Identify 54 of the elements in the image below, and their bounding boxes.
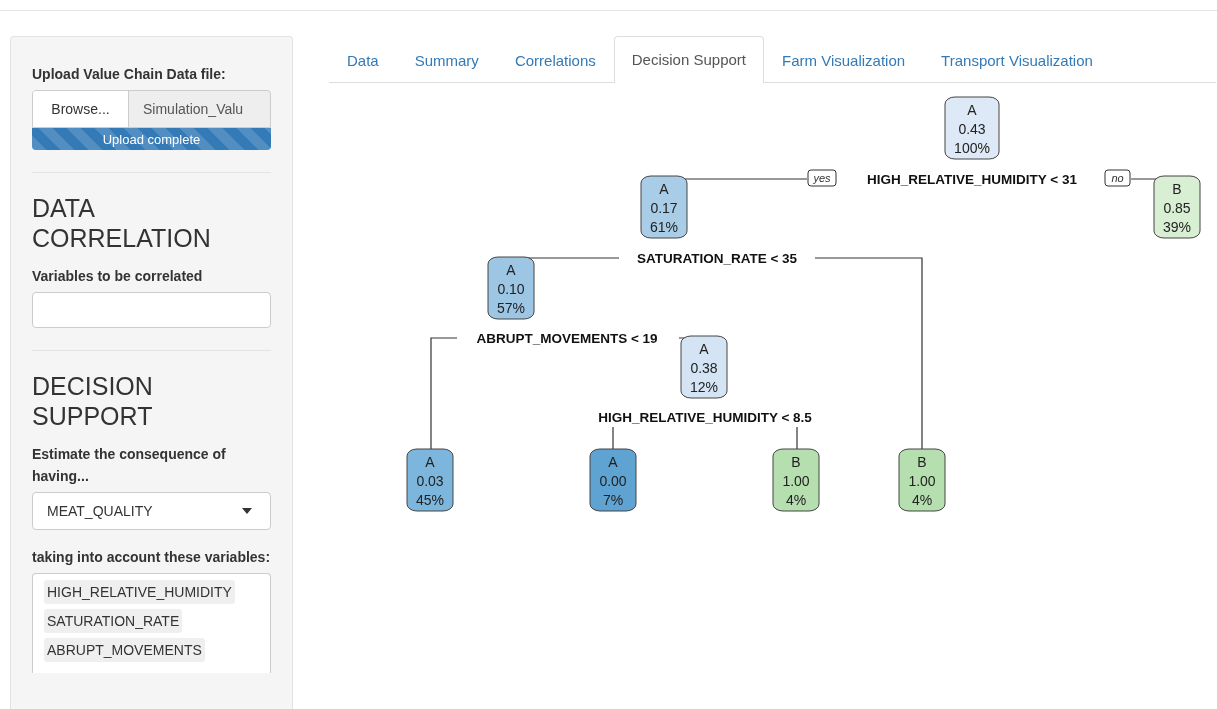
node-probability: 0.43 bbox=[958, 121, 986, 137]
node-percent: 4% bbox=[911, 492, 933, 508]
variable-tag[interactable]: ABRUPT_MOVEMENTS bbox=[44, 638, 205, 662]
node-percent: 12% bbox=[690, 379, 718, 395]
section-heading: DATA CORRELATION bbox=[32, 193, 212, 253]
section-heading: DECISION SUPPORT bbox=[32, 371, 154, 431]
caret-icon bbox=[242, 508, 252, 514]
node-probability: 1.00 bbox=[908, 473, 936, 489]
node-percent: 7% bbox=[602, 492, 624, 508]
node-probability: 0.03 bbox=[416, 473, 444, 489]
node-percent: 61% bbox=[650, 219, 678, 235]
node-class: A bbox=[967, 102, 977, 118]
variables-input-field[interactable] bbox=[32, 292, 271, 328]
split-label: HIGH_RELATIVE_HUMIDITY < 31 bbox=[867, 172, 1077, 187]
field-label: Variables to be correlated bbox=[32, 267, 204, 286]
field-label: Upload Value Chain Data file: bbox=[32, 65, 227, 84]
split-label: HIGH_RELATIVE_HUMIDITY < 8.5 bbox=[598, 410, 812, 425]
tab[interactable]: Transport Visualization bbox=[923, 37, 1111, 83]
progress-text: Upload complete bbox=[102, 131, 201, 147]
node-class: A bbox=[608, 454, 618, 470]
variable-tag[interactable]: HIGH_RELATIVE_HUMIDITY bbox=[44, 580, 235, 604]
node-percent: 57% bbox=[497, 300, 525, 316]
node-probability: 0.00 bbox=[599, 473, 627, 489]
node-class: A bbox=[425, 454, 435, 470]
branch-label: yes bbox=[807, 169, 837, 187]
target-dropdown[interactable]: MEAT_QUALITY bbox=[32, 492, 271, 530]
node-class: B bbox=[917, 454, 927, 470]
node-probability: 0.38 bbox=[690, 360, 718, 376]
variables-multiselect[interactable]: HIGH_RELATIVE_HUMIDITY SATURATION_RATE ABRUPT_MOVEMENTS bbox=[32, 573, 271, 673]
node-probability: 1.00 bbox=[782, 473, 810, 489]
node-class: B bbox=[1172, 181, 1182, 197]
node-class: A bbox=[699, 341, 709, 357]
node-probability: 0.85 bbox=[1163, 200, 1191, 216]
node-percent: 100% bbox=[954, 140, 990, 156]
field-label: taking into account these variables: bbox=[32, 548, 271, 567]
field-label: Estimate the consequence of having... bbox=[32, 445, 227, 486]
node-percent: 45% bbox=[416, 492, 444, 508]
branch-label: no bbox=[1104, 169, 1131, 187]
node-percent: 39% bbox=[1163, 219, 1191, 235]
node-probability: 0.17 bbox=[650, 200, 678, 216]
split-label: SATURATION_RATE < 35 bbox=[636, 251, 798, 266]
dropdown-value: MEAT_QUALITY bbox=[47, 503, 153, 519]
split-label: ABRUPT_MOVEMENTS < 19 bbox=[476, 331, 658, 346]
node-class: A bbox=[506, 262, 516, 278]
tab[interactable]: Decision Support bbox=[613, 36, 764, 83]
node-percent: 4% bbox=[785, 492, 807, 508]
node-class: B bbox=[791, 454, 801, 470]
variable-tag[interactable]: SATURATION_RATE bbox=[44, 609, 183, 633]
node-probability: 0.10 bbox=[497, 281, 525, 297]
tab[interactable]: Data bbox=[329, 37, 397, 83]
node-class: A bbox=[659, 181, 669, 197]
tab[interactable]: Correlations bbox=[496, 37, 614, 83]
tab[interactable]: Farm Visualization bbox=[764, 37, 924, 83]
tab[interactable]: Summary bbox=[396, 37, 497, 83]
